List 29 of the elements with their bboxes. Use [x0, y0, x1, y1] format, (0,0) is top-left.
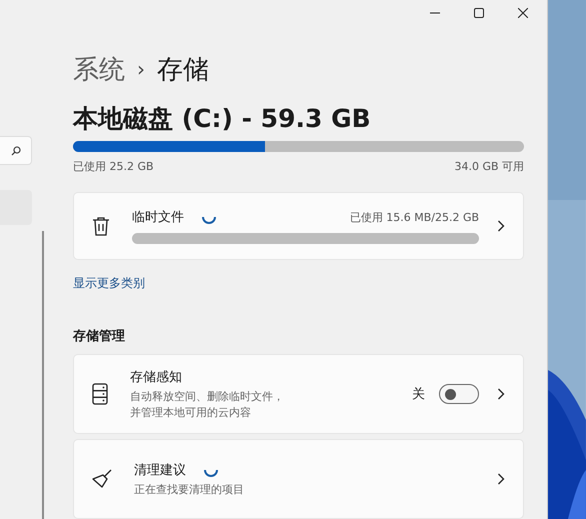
- breadcrumb-separator: ›: [137, 57, 145, 81]
- search-field[interactable]: [0, 136, 32, 165]
- setting-card[interactable]: 清理建议 正在查找要清理的项目: [73, 439, 524, 519]
- setting-title: 存储感知: [130, 369, 182, 386]
- setting-description: 自动释放空间、删除临时文件，并管理本地可用的云内容: [130, 389, 285, 420]
- used-label: 已使用 25.2 GB: [73, 159, 154, 174]
- toggle-label: 关: [412, 386, 426, 403]
- toggle-switch[interactable]: [439, 384, 480, 404]
- category-name: 临时文件: [132, 209, 184, 226]
- chevron-right-icon: [497, 220, 506, 232]
- trash-icon: [92, 216, 110, 236]
- category-usage: 已使用 15.6 MB/25.2 GB: [350, 210, 480, 224]
- disk-title: 本地磁盘 (C:) - 59.3 GB: [73, 103, 372, 135]
- breadcrumb-parent[interactable]: 系统: [73, 52, 125, 86]
- storage-drive-icon: [92, 383, 108, 405]
- page-title: 存储: [157, 54, 209, 86]
- setting-description: 正在查找要清理的项目: [134, 482, 245, 498]
- close-icon[interactable]: [518, 8, 528, 18]
- setting-title: 清理建议: [134, 462, 186, 479]
- maximize-icon[interactable]: [474, 8, 484, 18]
- broom-icon: [92, 469, 112, 489]
- show-more-link[interactable]: 显示更多类别: [73, 275, 524, 292]
- chevron-right-icon: [497, 473, 506, 485]
- setting-card[interactable]: 存储感知 自动释放空间、删除临时文件，并管理本地可用的云内容 关: [73, 354, 524, 434]
- search-icon: [11, 146, 21, 156]
- category-card[interactable]: 临时文件 已使用 15.6 MB/25.2 GB: [73, 192, 524, 260]
- section-title: 存储管理: [73, 328, 126, 345]
- chevron-right-icon: [497, 388, 506, 400]
- free-label: 34.0 GB 可用: [454, 159, 524, 174]
